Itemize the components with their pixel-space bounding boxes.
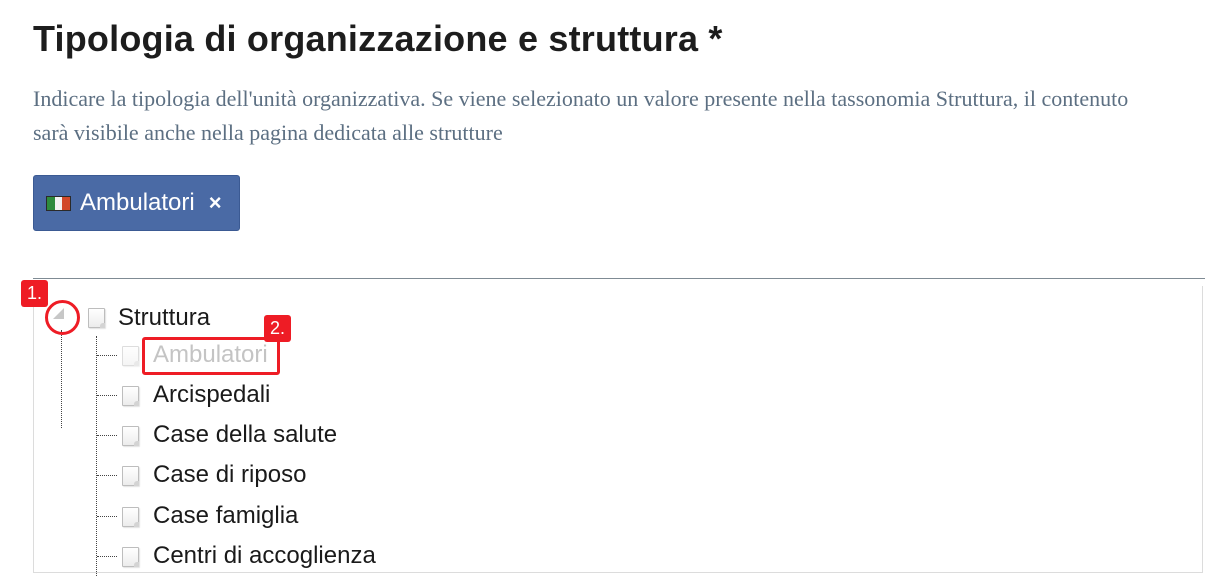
annotation-badge-2: 2.	[264, 315, 292, 342]
selected-term-chip: Ambulatori ×	[33, 175, 240, 231]
document-icon	[122, 346, 139, 366]
document-icon	[88, 308, 105, 328]
tree-node-case-di-riposo[interactable]: Case di riposo	[153, 461, 306, 489]
tree-connector	[97, 355, 117, 356]
selected-term-label: Ambulatori	[80, 189, 195, 216]
tree-node-struttura[interactable]: Struttura	[118, 304, 210, 332]
annotation-highlight-box	[142, 337, 280, 375]
divider	[33, 278, 1205, 279]
document-icon	[122, 466, 139, 486]
field-description: Indicare la tipologia dell'unità organiz…	[33, 86, 1129, 145]
remove-chip-button[interactable]: ×	[209, 190, 222, 216]
document-icon	[122, 507, 139, 527]
document-icon	[122, 386, 139, 406]
tree-connector	[97, 556, 117, 557]
tree-connector	[61, 330, 62, 428]
tree-node-centri-di-accoglienza[interactable]: Centri di accoglienza	[153, 542, 376, 570]
italy-flag-icon	[46, 195, 71, 211]
tree-connector	[97, 435, 117, 436]
document-icon	[122, 547, 139, 567]
tree-node-case-della-salute[interactable]: Case della salute	[153, 421, 337, 449]
tree-node-arcispedali[interactable]: Arcispedali	[153, 381, 270, 409]
field-title: Tipologia di organizzazione e struttura …	[33, 18, 723, 59]
tree-connector	[97, 516, 117, 517]
tree-node-case-famiglia[interactable]: Case famiglia	[153, 502, 298, 530]
annotation-circle	[45, 300, 80, 335]
tree-connector	[96, 336, 97, 576]
document-icon	[122, 426, 139, 446]
annotation-badge-1: 1.	[21, 280, 49, 307]
tree-connector	[97, 475, 117, 476]
tree-connector	[97, 395, 117, 396]
